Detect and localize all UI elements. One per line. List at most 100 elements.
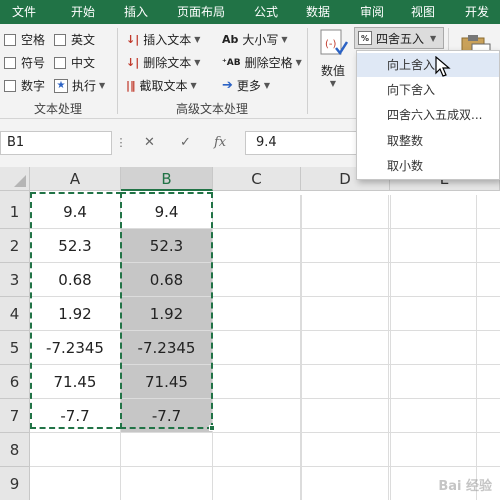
numeric-button[interactable]: (-) 数值 ▼ — [316, 28, 350, 94]
svg-text:(-): (-) — [325, 39, 337, 50]
empty-cells-area[interactable] — [213, 195, 500, 500]
chevron-down-icon: ▼ — [295, 58, 302, 67]
selection-range — [120, 192, 215, 431]
ribbon-tab-bar: 文件 开始 插入 页面布局 公式 数据 审阅 视图 开发工 — [0, 0, 500, 43]
checkbox-icon[interactable] — [4, 79, 16, 92]
tab-file[interactable]: 文件 — [12, 0, 36, 24]
star-icon: ★ — [54, 78, 68, 93]
delete-text-label: 删除文本 — [143, 56, 192, 70]
cancel-button[interactable]: ✕ — [144, 131, 155, 155]
cell-a8[interactable] — [30, 433, 121, 467]
chevron-down-icon: ▼ — [329, 79, 337, 88]
execute-button[interactable]: ★ 执行 ▼ — [54, 77, 105, 94]
extract-text-icon: |‖ — [126, 79, 136, 92]
case-icon: Ab — [222, 33, 239, 46]
spreadsheet-grid: A B C D E 1 2 3 4 5 6 7 8 9 9.4 52.3 0.6… — [0, 167, 500, 500]
case-button[interactable]: Ab 大小写 ▼ — [222, 31, 288, 48]
insert-text-button[interactable]: ↓| 插入文本 ▼ — [126, 31, 200, 48]
row-header-gap — [0, 191, 30, 195]
row-header[interactable]: 5 — [0, 331, 30, 365]
cell-b9[interactable] — [121, 467, 213, 500]
row-header[interactable]: 3 — [0, 263, 30, 297]
delete-space-label: 删除空格 — [244, 56, 293, 70]
check-symbol[interactable]: 符号 — [4, 54, 45, 71]
delete-text-icon: ↓| — [126, 56, 140, 69]
insert-function-button[interactable]: fx — [214, 131, 226, 155]
enter-button[interactable]: ✓ — [180, 131, 191, 155]
gridline — [390, 195, 391, 500]
check-chinese[interactable]: 中文 — [54, 54, 95, 71]
delete-space-icon: ⁺AB — [222, 57, 241, 68]
tab-view[interactable]: 视图 — [411, 0, 435, 24]
vertical-dots-icon: ⋮ — [115, 136, 127, 149]
extract-text-button[interactable]: |‖ 截取文本 ▼ — [126, 77, 197, 94]
check-space[interactable]: 空格 — [4, 31, 45, 48]
check-number[interactable]: 数字 — [4, 77, 45, 94]
checkbox-icon[interactable] — [54, 56, 66, 69]
column-header-c[interactable]: C — [213, 167, 301, 191]
row-header[interactable]: 6 — [0, 365, 30, 399]
group-divider — [117, 28, 118, 114]
tab-page-layout[interactable]: 页面布局 — [177, 0, 225, 24]
chevron-down-icon: ▼ — [190, 81, 197, 90]
menu-item-bankers-rounding[interactable]: 四舍六入五成双... — [357, 103, 499, 127]
row-header[interactable]: 9 — [0, 467, 30, 500]
tab-data[interactable]: 数据 — [306, 0, 330, 24]
case-label: 大小写 — [242, 33, 279, 47]
execute-label: 执行 — [72, 79, 97, 93]
checkbox-icon[interactable] — [54, 33, 66, 46]
chevron-down-icon: ▼ — [99, 81, 106, 90]
chevron-down-icon: ▼ — [194, 58, 201, 67]
column-header-a[interactable]: A — [30, 167, 121, 191]
row-header[interactable]: 1 — [0, 195, 30, 229]
group-divider — [307, 28, 308, 114]
cell-a9[interactable] — [30, 467, 121, 500]
row-header[interactable]: 8 — [0, 433, 30, 467]
row-header[interactable]: 7 — [0, 399, 30, 433]
menu-item-decimal[interactable]: 取小数 — [357, 154, 499, 178]
check-space-label: 空格 — [21, 33, 46, 47]
more-button[interactable]: ➔ 更多 ▼ — [222, 77, 270, 94]
extract-text-label: 截取文本 — [139, 79, 188, 93]
tab-developer[interactable]: 开发工 — [465, 0, 500, 43]
menu-item-round-up[interactable]: 向上舍入 — [357, 53, 499, 77]
delete-text-button[interactable]: ↓| 删除文本 ▼ — [126, 54, 200, 71]
rounding-label: 四舍五入 — [376, 31, 425, 46]
check-number-label: 数字 — [21, 79, 46, 93]
row-header[interactable]: 4 — [0, 297, 30, 331]
menu-item-round-down[interactable]: 向下舍入 — [357, 78, 499, 102]
menu-item-integer[interactable]: 取整数 — [357, 129, 499, 153]
copy-marquee — [30, 192, 122, 429]
gridline — [301, 195, 302, 500]
more-label: 更多 — [236, 79, 261, 93]
mouse-cursor-icon — [435, 56, 451, 77]
chevron-down-icon: ▼ — [281, 35, 288, 44]
arrow-right-icon: ➔ — [222, 78, 233, 93]
column-header-b[interactable]: B — [121, 167, 213, 191]
tab-formulas[interactable]: 公式 — [254, 0, 278, 24]
checkbox-icon[interactable] — [4, 56, 16, 69]
checkbox-icon[interactable] — [4, 33, 16, 46]
tab-insert[interactable]: 插入 — [124, 0, 148, 24]
fill-handle[interactable] — [209, 425, 215, 431]
row-header[interactable]: 2 — [0, 229, 30, 263]
numeric-icon: (-) — [320, 29, 348, 56]
rounding-button[interactable]: % 四舍五入 ▼ — [354, 27, 444, 49]
check-english[interactable]: 英文 — [54, 31, 95, 48]
check-chinese-label: 中文 — [71, 56, 96, 70]
rounding-dropdown-menu: 向上舍入 向下舍入 四舍六入五成双... 取整数 取小数 — [356, 50, 500, 180]
name-box[interactable]: B1 — [0, 131, 112, 155]
delete-space-button[interactable]: ⁺AB 删除空格 ▼ — [222, 54, 302, 71]
chevron-down-icon: ▼ — [194, 35, 201, 44]
select-all-button[interactable] — [0, 167, 30, 191]
insert-text-icon: ↓| — [126, 33, 140, 46]
percent-icon: % — [358, 31, 372, 45]
check-english-label: 英文 — [71, 33, 96, 47]
chevron-down-icon: ▼ — [430, 33, 437, 43]
cell-b8[interactable] — [121, 433, 213, 467]
chevron-down-icon: ▼ — [263, 81, 271, 90]
text-group-label: 文本处理 — [34, 102, 83, 116]
tab-home[interactable]: 开始 — [71, 0, 95, 24]
check-symbol-label: 符号 — [21, 56, 46, 70]
tab-review[interactable]: 审阅 — [360, 0, 384, 24]
